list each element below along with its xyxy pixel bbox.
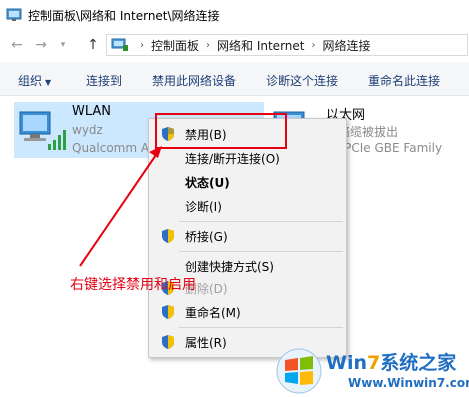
menu-item-label: 桥接(G) <box>185 230 228 244</box>
watermark-brand: Win7系统之家 <box>326 348 456 375</box>
adapter-device: Qualcomm At <box>72 141 154 155</box>
disable-device-button[interactable]: 禁用此网络设备 <box>152 72 236 89</box>
connect-to-button[interactable]: 连接到 <box>86 72 122 89</box>
annotation-text: 右键选择禁用和启用 <box>70 277 196 293</box>
menu-item-status[interactable]: 状态(U) <box>149 171 346 193</box>
rename-button[interactable]: 重命名此连接 <box>368 72 440 89</box>
menu-item-label: 诊断(I) <box>185 200 222 214</box>
organize-button[interactable]: 组织 ▼ <box>18 72 51 89</box>
watermark: Win7系统之家 Www.Winwin7.com <box>272 344 469 397</box>
menu-separator <box>179 327 343 328</box>
watermark-brand-seven: 7 <box>367 352 381 374</box>
title-bar: 控制面板\网络和 Internet\网络连接 <box>0 0 469 30</box>
arrow-left-icon: ← <box>11 37 23 53</box>
breadcrumb-separator-icon: › <box>311 39 316 51</box>
adapter-name: WLAN <box>72 104 112 119</box>
breadcrumb-control-panel[interactable]: 控制面板 <box>151 37 199 54</box>
navigation-bar: ← → ▾ ↑ › 控制面板 › 网络和 Internet › 网络连接 <box>0 30 469 60</box>
watermark-brand-cn: 系统之家 <box>380 352 457 374</box>
forward-button[interactable]: → <box>30 34 52 56</box>
address-bar[interactable]: › 控制面板 › 网络和 Internet › 网络连接 <box>106 34 468 56</box>
breadcrumb-network-internet[interactable]: 网络和 Internet <box>217 37 304 54</box>
breadcrumb-network-connections[interactable]: 网络连接 <box>322 37 370 54</box>
menu-item-label: 创建快捷方式(S) <box>185 260 274 274</box>
menu-item-label: 属性(R) <box>185 336 227 350</box>
network-folder-icon <box>111 38 128 51</box>
menu-item-connect-disconnect[interactable]: 连接/断开连接(O) <box>149 147 346 169</box>
caret-down-icon: ▼ <box>45 78 52 87</box>
up-button[interactable]: ↑ <box>82 34 104 56</box>
uac-shield-icon <box>162 229 174 243</box>
back-button[interactable]: ← <box>6 34 28 56</box>
organize-label: 组织 <box>18 74 43 88</box>
chevron-down-icon: ▾ <box>60 40 66 50</box>
arrow-right-icon: → <box>35 37 47 53</box>
menu-item-rename[interactable]: 重命名(M) <box>149 301 346 323</box>
diagnose-button[interactable]: 诊断这个连接 <box>266 72 338 89</box>
network-connections-icon <box>6 8 22 21</box>
menu-item-label: 重命名(M) <box>185 306 241 320</box>
highlight-box <box>155 113 287 149</box>
recent-locations-button[interactable]: ▾ <box>52 34 74 56</box>
windows-logo-icon <box>276 348 322 394</box>
breadcrumb-separator-icon: › <box>206 39 211 51</box>
context-menu: 禁用(B) 连接/断开连接(O) 状态(U) 诊断(I) 桥接(G) 创建快捷方… <box>148 118 347 358</box>
arrow-up-icon: ↑ <box>87 37 99 53</box>
menu-item-label: 连接/断开连接(O) <box>185 152 280 166</box>
uac-shield-icon <box>162 305 174 319</box>
wireless-adapter-icon <box>19 111 66 150</box>
window-title: 控制面板\网络和 Internet\网络连接 <box>28 8 220 23</box>
menu-item-bridge[interactable]: 桥接(G) <box>149 225 346 247</box>
watermark-brand-win: Win <box>326 352 367 374</box>
menu-separator <box>179 221 343 222</box>
menu-item-diagnose[interactable]: 诊断(I) <box>149 195 346 217</box>
menu-item-label: 状态(U) <box>185 176 230 190</box>
uac-shield-icon <box>162 335 174 349</box>
breadcrumb-separator-icon: › <box>140 39 144 51</box>
adapter-status: wydz <box>72 123 103 137</box>
menu-separator <box>179 251 343 252</box>
command-bar: 组织 ▼ 连接到 禁用此网络设备 诊断这个连接 重命名此连接 <box>0 62 469 96</box>
watermark-url: Www.Winwin7.com <box>348 376 469 390</box>
